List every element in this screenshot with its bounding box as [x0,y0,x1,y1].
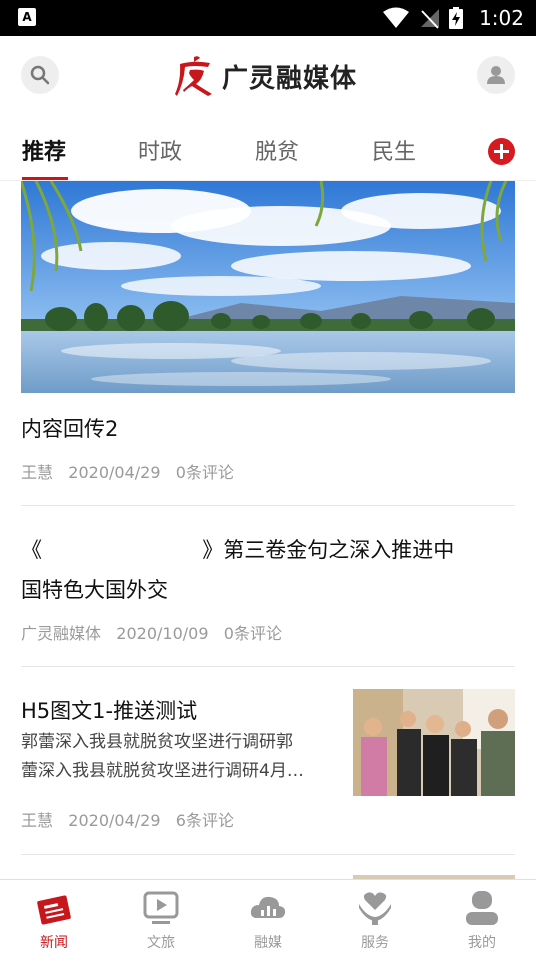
article-comments: 0条评论 [223,624,282,643]
app-logo: 广灵融媒体 [174,54,357,98]
article-author: 广灵融媒体 [21,624,102,643]
article-title-line2[interactable]: 国特色大国外交 [21,574,168,604]
category-tabs: 推荐 时政 脱贫 民生 [0,116,536,180]
no-signal-icon [421,9,440,29]
battery-charging-icon [449,7,464,29]
heart-hand-icon [359,892,391,925]
nav-label: 我的 [468,935,496,951]
profile-button[interactable] [477,56,515,94]
tab-poverty[interactable]: 脱贫 [255,134,299,166]
news-feed[interactable]: 内容回传2 王慧 2020/04/29 0条评论 《 》第三卷金句之深入推进中 … [0,181,536,879]
hero-image[interactable] [21,181,515,393]
nav-label: 服务 [361,935,389,951]
article-date: 2020/04/29 [68,463,161,482]
article-comments: 6条评论 [175,811,234,830]
app-header: 广灵融媒体 [0,36,536,116]
article-thumbnail[interactable] [353,689,515,796]
bottom-nav: 新闻 文旅 融媒 服务 我的 [0,879,536,955]
clock: 1:02 [479,6,524,30]
play-icon [143,891,179,924]
article-comments: 0条评论 [175,463,234,482]
user-icon [466,891,498,925]
article-date: 2020/10/09 [116,624,209,643]
article-title[interactable]: H5图文1-推送测试 [21,695,197,725]
cloud-icon [250,896,286,918]
nav-service[interactable]: 服务 [335,888,415,952]
divider [21,505,515,506]
notification-icon: A [18,8,36,26]
search-button[interactable] [21,56,59,94]
article-title[interactable]: 《 》第三卷金句之深入推进中 [21,534,454,564]
nav-label: 新闻 [40,935,68,951]
nav-label: 文旅 [147,935,175,951]
divider [21,854,515,855]
tab-recommend[interactable]: 推荐 [22,134,66,166]
article-author: 王慧 [21,463,54,482]
article-summary: 郭蕾深入我县就脱贫攻坚进行调研郭 蕾深入我县就脱贫攻坚进行调研4月… [21,728,304,786]
user-icon [487,66,505,84]
app-name: 广灵融媒体 [222,63,358,94]
news-icon [37,895,71,925]
nav-label: 融媒 [254,935,282,951]
plus-icon [494,144,509,159]
article-title[interactable]: 内容回传2 [21,413,118,443]
wifi-icon [383,7,410,28]
logo-mark-icon [175,56,212,96]
article-date: 2020/04/29 [68,811,161,830]
article-meta: 王慧 2020/04/29 6条评论 [21,807,234,831]
divider [21,666,515,667]
add-channel-button[interactable] [488,138,515,165]
search-icon [30,65,50,85]
nav-mine[interactable]: 我的 [442,888,522,952]
nav-media[interactable]: 融媒 [228,888,308,952]
article-meta: 王慧 2020/04/29 0条评论 [21,459,234,483]
nav-news[interactable]: 新闻 [14,888,94,952]
article-author: 王慧 [21,811,54,830]
summary-line: 蕾深入我县就脱贫攻坚进行调研4月… [21,761,304,781]
tab-livelihood[interactable]: 民生 [372,134,416,166]
summary-line: 郭蕾深入我县就脱贫攻坚进行调研郭 [21,732,293,752]
status-bar: A 1:02 [0,0,536,36]
nav-culture[interactable]: 文旅 [121,888,201,952]
tab-politics[interactable]: 时政 [138,134,182,166]
article-meta: 广灵融媒体 2020/10/09 0条评论 [21,620,282,644]
